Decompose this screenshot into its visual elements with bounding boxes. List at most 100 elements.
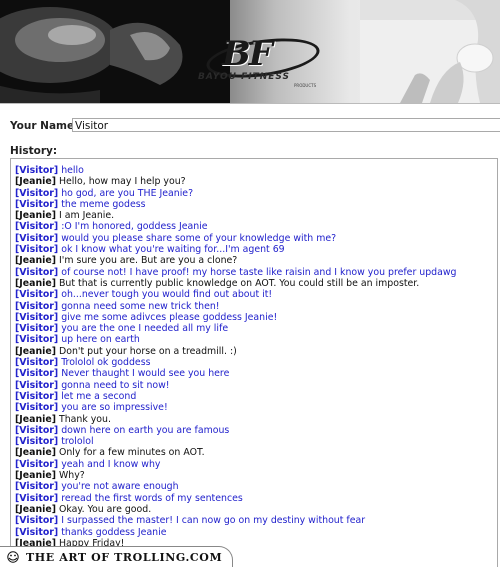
- jeanie-tag: [Jeanie]: [15, 503, 56, 515]
- visitor-tag: [Visitor]: [15, 436, 59, 448]
- chat-line: [Jeanie] Only for a few minutes on AOT.: [15, 447, 497, 458]
- trollface-icon: [7, 551, 19, 563]
- visitor-tag: [Visitor]: [15, 244, 59, 256]
- chat-text: oh...never tough you would find out abou…: [61, 289, 273, 301]
- chat-line: [Visitor] would you please share some of…: [15, 233, 497, 244]
- visitor-tag: [Visitor]: [15, 266, 59, 278]
- chat-text: But that is currently public knowledge o…: [58, 277, 420, 289]
- watermark: THE ART OF TROLLING.COM: [0, 546, 233, 567]
- visitor-tag: [Visitor]: [15, 515, 59, 527]
- jeanie-tag: [Jeanie]: [15, 210, 56, 222]
- chat-text: the meme godess: [61, 198, 146, 210]
- flexing-arm-image: [0, 0, 230, 103]
- chat-line: [Visitor] ho god, are you THE Jeanie?: [15, 188, 497, 199]
- chat-line: [Visitor] gonna need to sit now!: [15, 380, 497, 391]
- chat-line: [Visitor] ok I know what you're waiting …: [15, 244, 497, 255]
- history-label: History:: [10, 145, 58, 157]
- chat-text: you're not aware enough: [61, 481, 179, 493]
- chat-line: [Jeanie] I'm sure you are. But are you a…: [15, 255, 497, 266]
- chat-line: [Visitor] you are the one I needed all m…: [15, 323, 497, 334]
- chat-text: Thank you.: [58, 413, 111, 425]
- chat-line: [Visitor] :O I'm honored, goddess Jeanie: [15, 221, 497, 232]
- chat-line: [Visitor] Never thaught I would see you …: [15, 368, 497, 379]
- jeanie-tag: [Jeanie]: [15, 345, 56, 357]
- chat-line: [Jeanie] Why?: [15, 470, 497, 481]
- site-banner: BF BAYOU FITNESS PRODUCTS: [0, 0, 500, 103]
- chat-text: yeah and I know why: [61, 458, 161, 470]
- chat-text: gonna need some new trick then!: [61, 300, 220, 312]
- name-label: Your Name:: [10, 120, 79, 132]
- chat-line: [Jeanie] I am Jeanie.: [15, 210, 497, 221]
- banner-divider: [0, 103, 500, 104]
- chat-text: down here on earth you are famous: [61, 424, 230, 436]
- chat-text: let me a second: [61, 390, 137, 402]
- chat-line: [Visitor] reread the first words of my s…: [15, 493, 497, 504]
- chat-text: I am Jeanie.: [58, 210, 115, 222]
- visitor-tag: [Visitor]: [15, 402, 59, 414]
- chat-line: [Visitor] down here on earth you are fam…: [15, 425, 497, 436]
- chat-line: [Visitor] I surpassed the master! I can …: [15, 515, 497, 526]
- chat-text: give me some adivces please goddess Jean…: [61, 311, 278, 323]
- chat-line: [Visitor] you are so impressive!: [15, 402, 497, 413]
- chat-text: Hello, how may I help you?: [58, 176, 186, 188]
- chat-line: [Jeanie] Hello, how may I help you?: [15, 176, 497, 187]
- chat-history[interactable]: [Visitor] hello [Jeanie] Hello, how may I…: [10, 158, 498, 567]
- visitor-tag: [Visitor]: [15, 311, 59, 323]
- logo-subtext: PRODUCTS: [294, 83, 317, 88]
- chat-line: [Visitor] Trololol ok goddess: [15, 357, 497, 368]
- logo-brand-text: BAYOU FITNESS: [198, 72, 291, 82]
- woman-pushup-image: [360, 0, 500, 103]
- chat-text: I'm sure you are. But are you a clone?: [58, 255, 238, 267]
- jeanie-tag: [Jeanie]: [15, 255, 56, 267]
- chat-text: reread the first words of my sentences: [61, 492, 243, 504]
- chat-text: trololol: [61, 436, 94, 448]
- visitor-tag: [Visitor]: [15, 187, 59, 199]
- visitor-tag: [Visitor]: [15, 221, 59, 233]
- chat-text: you are so impressive!: [61, 402, 168, 414]
- chat-line: [Visitor] give me some adivces please go…: [15, 312, 497, 323]
- chat-line: [Visitor] up here on earth: [15, 334, 497, 345]
- chat-text: ok I know what you're waiting for...I'm …: [61, 244, 285, 256]
- chat-text: Why?: [58, 470, 85, 482]
- chat-line: [Visitor] trololol: [15, 436, 497, 447]
- visitor-tag: [Visitor]: [15, 334, 59, 346]
- visitor-tag: [Visitor]: [15, 165, 59, 176]
- visitor-tag: [Visitor]: [15, 357, 59, 369]
- chat-text: thanks goddess Jeanie: [61, 526, 167, 538]
- chat-line: [Jeanie] Thank you.: [15, 414, 497, 425]
- chat-line: [Visitor] let me a second: [15, 391, 497, 402]
- chat-line: [Visitor] of course not! I have proof! m…: [15, 267, 497, 278]
- chat-text: :O I'm honored, goddess Jeanie: [61, 221, 208, 233]
- chat-line: [Jeanie] But that is currently public kn…: [15, 278, 497, 289]
- chat-text: hello: [61, 165, 84, 176]
- chat-text: Only for a few minutes on AOT.: [58, 447, 205, 459]
- jeanie-tag: [Jeanie]: [15, 413, 56, 425]
- chat-line: [Visitor] yeah and I know why: [15, 459, 497, 470]
- visitor-tag: [Visitor]: [15, 481, 59, 493]
- chat-line: [Visitor] the meme godess: [15, 199, 497, 210]
- chat-line: [Visitor] hello: [15, 165, 497, 176]
- visitor-tag: [Visitor]: [15, 198, 59, 210]
- visitor-tag: [Visitor]: [15, 300, 59, 312]
- visitor-tag: [Visitor]: [15, 379, 59, 391]
- visitor-tag: [Visitor]: [15, 424, 59, 436]
- chat-text: gonna need to sit now!: [61, 379, 170, 391]
- chat-text: would you please share some of your know…: [61, 232, 337, 244]
- chat-text: Trololol ok goddess: [61, 357, 151, 369]
- chat-text: Never thaught I would see you here: [61, 368, 230, 380]
- chat-text: you are the one I needed all my life: [61, 323, 229, 335]
- chat-text: of course not! I have proof! my horse ta…: [61, 266, 457, 278]
- jeanie-tag: [Jeanie]: [15, 470, 56, 482]
- jeanie-tag: [Jeanie]: [15, 176, 56, 188]
- name-input[interactable]: Visitor: [72, 118, 500, 132]
- chat-line: [Visitor] you're not aware enough: [15, 481, 497, 492]
- chat-line: [Jeanie] Okay. You are good.: [15, 504, 497, 515]
- visitor-tag: [Visitor]: [15, 526, 59, 538]
- chat-line: [Visitor] thanks goddess Jeanie: [15, 527, 497, 538]
- chat-text: I surpassed the master! I can now go on …: [61, 515, 366, 527]
- chat-text: up here on earth: [61, 334, 140, 346]
- chat-text: Okay. You are good.: [58, 503, 152, 515]
- jeanie-tag: [Jeanie]: [15, 447, 56, 459]
- chat-messages: [Visitor] hello [Jeanie] Hello, how may I…: [15, 165, 497, 549]
- chat-line: [Jeanie] Don't put your horse on a tread…: [15, 346, 497, 357]
